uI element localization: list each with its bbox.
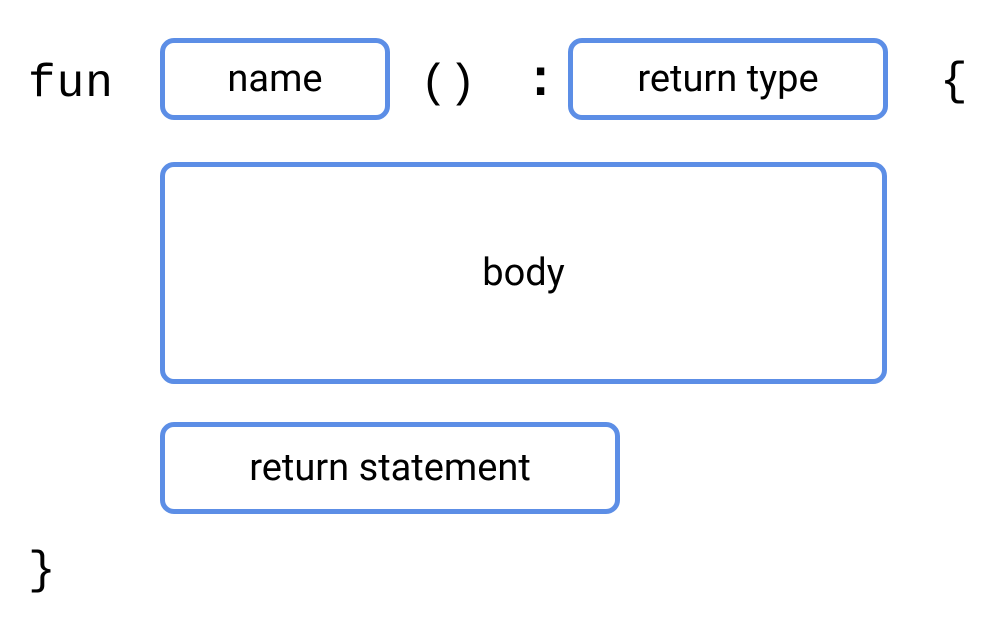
body-label: body xyxy=(482,251,564,295)
close-brace: } xyxy=(28,545,57,597)
return-statement-slot: return statement xyxy=(160,422,620,514)
name-slot: name xyxy=(160,38,390,120)
open-brace: { xyxy=(940,56,969,108)
colon: : xyxy=(525,52,557,111)
fun-keyword: fun xyxy=(28,58,114,110)
return-statement-label: return statement xyxy=(249,446,531,490)
return-type-slot: return type xyxy=(568,38,888,120)
return-type-label: return type xyxy=(637,57,818,101)
name-label: name xyxy=(227,57,322,101)
parentheses: () xyxy=(420,58,477,110)
body-slot: body xyxy=(160,162,887,384)
